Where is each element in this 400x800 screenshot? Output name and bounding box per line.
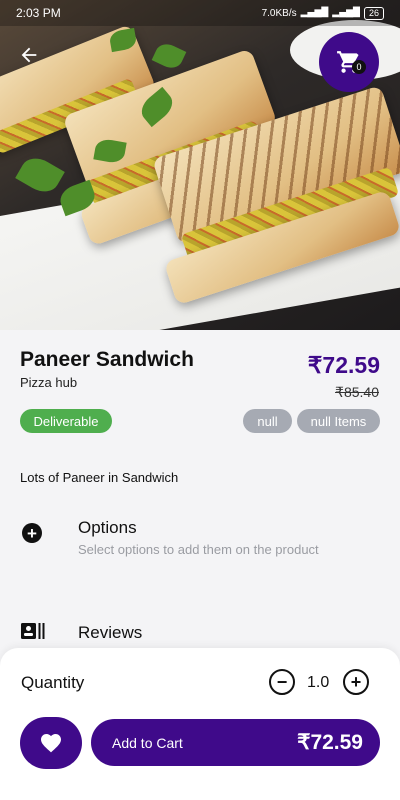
favorite-button[interactable] [20,717,82,769]
status-bar: 2:03 PM 7.0KB/s ▂▄▆█ ▂▄▆█ 26 [0,0,400,26]
product-name: Paneer Sandwich [20,348,194,371]
quantity-decrease-button[interactable]: − [269,669,295,695]
plus-circle-icon[interactable]: + [22,523,42,543]
network-speed: 7.0KB/s [261,7,297,19]
product-old-price: ₹85.40 [335,384,379,400]
add-to-cart-label: Add to Cart [112,734,183,751]
null-badge: null [243,409,292,433]
reviews-icon [21,623,45,639]
battery-icon: 26 [363,6,384,20]
product-hero-image: 2:03 PM 7.0KB/s ▂▄▆█ ▂▄▆█ 26 0 [0,0,400,330]
signal-icon: ▂▄▆█ [300,8,329,18]
cilantro-leaf [15,152,65,198]
reviews-title[interactable]: Reviews [78,623,142,643]
cilantro-leaf [151,40,187,72]
quantity-increase-button[interactable]: + [343,669,369,695]
bottom-cart-panel: Quantity − 1.0 + Add to Cart ₹72.59 [0,648,400,800]
options-title[interactable]: Options [78,518,137,538]
deliverable-badge: Deliverable [20,409,112,433]
add-to-cart-button[interactable]: Add to Cart ₹72.59 [91,719,380,766]
product-price: ₹72.59 [307,352,380,378]
add-to-cart-price: ₹72.59 [297,731,363,754]
items-badge: null Items [297,409,380,433]
quantity-value: 1.0 [307,674,330,691]
status-time: 2:03 PM [16,6,61,20]
cart-count-badge: 0 [352,60,366,74]
product-description: Lots of Paneer in Sandwich [20,470,179,485]
options-subtitle: Select options to add them on the produc… [78,542,319,557]
quantity-label: Quantity [21,673,85,692]
status-indicators: 7.0KB/s ▂▄▆█ ▂▄▆█ 26 [261,6,384,20]
cart-button[interactable]: 0 [319,32,379,92]
signal-icon: ▂▄▆█ [332,8,360,18]
back-button[interactable] [14,40,44,70]
shop-name: Pizza hub [20,375,78,390]
arrow-left-icon [21,47,37,63]
heart-icon [41,734,61,753]
